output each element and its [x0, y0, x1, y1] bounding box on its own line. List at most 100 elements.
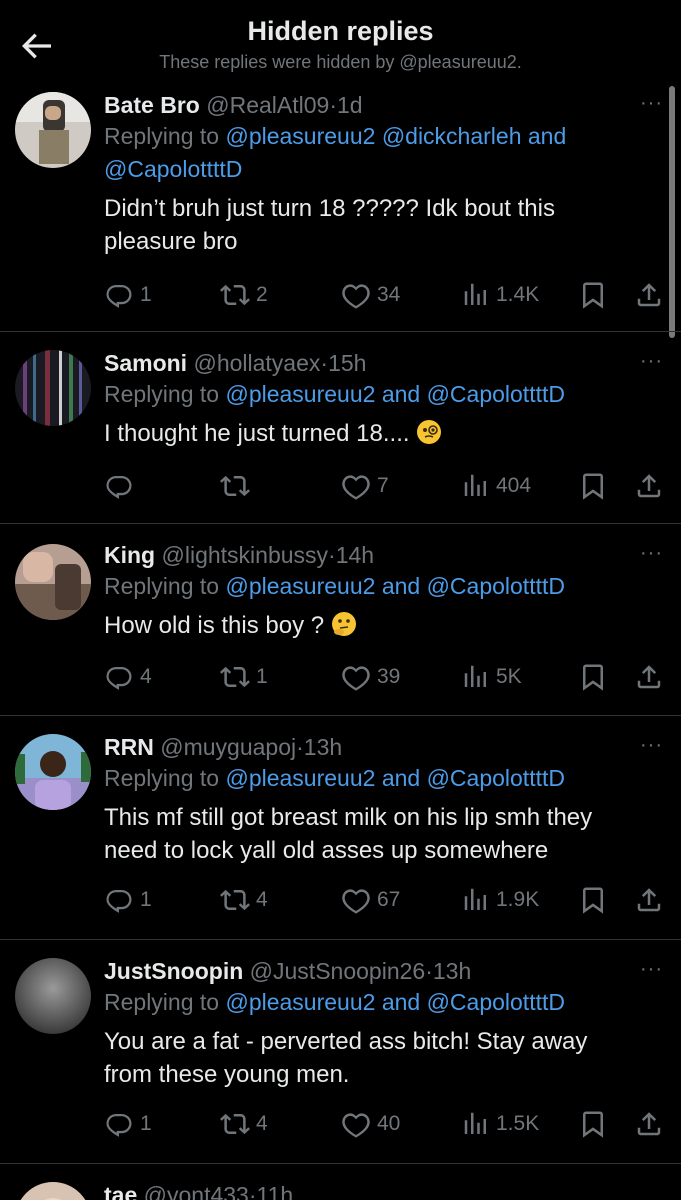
- reply-item[interactable]: RRN @muyguapoj·13h Replying to @pleasure…: [0, 716, 681, 940]
- share-button[interactable]: [634, 278, 664, 312]
- reply-icon: [104, 662, 134, 692]
- reply-button[interactable]: 4: [104, 660, 152, 694]
- repost-button[interactable]: [220, 469, 256, 503]
- mention-link[interactable]: @CapolottttD: [104, 156, 242, 182]
- share-button[interactable]: [634, 469, 664, 503]
- avatar[interactable]: [15, 92, 91, 168]
- more-options-icon[interactable]: ···: [640, 958, 663, 981]
- avatar[interactable]: [15, 1182, 91, 1200]
- reply-meta: JustSnoopin @JustSnoopin26·13h: [104, 956, 661, 986]
- heart-icon: [341, 1109, 371, 1139]
- repost-count: 4: [256, 888, 268, 911]
- bookmark-button[interactable]: [578, 1107, 608, 1141]
- replying-prefix: Replying to: [104, 989, 220, 1015]
- mention-link[interactable]: @CapolottttD: [427, 989, 565, 1015]
- more-options-icon[interactable]: ···: [640, 350, 663, 373]
- mention-join: and: [381, 381, 421, 407]
- reply-button[interactable]: 1: [104, 883, 152, 917]
- mention-link[interactable]: @pleasureuu2: [225, 765, 375, 791]
- user-handle[interactable]: @muyguapoj: [160, 734, 296, 760]
- mention-link[interactable]: @CapolottttD: [427, 381, 565, 407]
- timestamp[interactable]: 13h: [304, 734, 342, 760]
- avatar[interactable]: [15, 734, 91, 810]
- like-button[interactable]: 67: [341, 883, 400, 917]
- more-options-icon[interactable]: ···: [640, 542, 663, 565]
- repost-button[interactable]: 4: [220, 1107, 268, 1141]
- views-icon: [460, 280, 490, 310]
- timestamp[interactable]: 11h: [257, 1182, 294, 1200]
- timestamp[interactable]: 15h: [328, 350, 366, 376]
- avatar[interactable]: [15, 544, 91, 620]
- views-button[interactable]: 1.9K: [460, 883, 539, 917]
- bookmark-button[interactable]: [578, 278, 608, 312]
- like-count: 7: [377, 474, 389, 497]
- user-handle[interactable]: @JustSnoopin26: [250, 958, 426, 984]
- display-name[interactable]: tae: [104, 1182, 137, 1200]
- like-button[interactable]: 34: [341, 278, 400, 312]
- share-icon: [634, 885, 664, 915]
- bookmark-button[interactable]: [578, 660, 608, 694]
- display-name[interactable]: JustSnoopin: [104, 958, 243, 984]
- avatar[interactable]: [15, 350, 91, 426]
- display-name[interactable]: Samoni: [104, 350, 187, 376]
- share-button[interactable]: [634, 883, 664, 917]
- reply-count: 4: [140, 665, 152, 688]
- share-button[interactable]: [634, 1107, 664, 1141]
- like-button[interactable]: 40: [341, 1107, 400, 1141]
- reply-icon: [104, 471, 134, 501]
- share-button[interactable]: [634, 660, 664, 694]
- reply-item[interactable]: King @lightskinbussy·14h Replying to @pl…: [0, 524, 681, 716]
- like-button[interactable]: 7: [341, 469, 389, 503]
- repost-button[interactable]: 2: [220, 278, 268, 312]
- reply-button[interactable]: [104, 469, 140, 503]
- mention-link[interactable]: @pleasureuu2: [225, 123, 375, 149]
- mention-link[interactable]: @dickcharleh: [382, 123, 522, 149]
- user-handle[interactable]: @lightskinbussy: [162, 542, 329, 568]
- avatar[interactable]: [15, 958, 91, 1034]
- repost-count: 1: [256, 665, 268, 688]
- reply-item[interactable]: Samoni @hollatyaex·15h Replying to @plea…: [0, 332, 681, 524]
- meta-separator: ·: [320, 350, 329, 376]
- timestamp[interactable]: 14h: [336, 542, 374, 568]
- views-button[interactable]: 1.5K: [460, 1107, 539, 1141]
- reply-item[interactable]: JustSnoopin @JustSnoopin26·13h Replying …: [0, 940, 681, 1164]
- reply-item[interactable]: tae @yont433·11h: [0, 1164, 681, 1200]
- reply-icon: [104, 280, 134, 310]
- replying-prefix: Replying to: [104, 765, 220, 791]
- bookmark-button[interactable]: [578, 883, 608, 917]
- timestamp[interactable]: 13h: [433, 958, 471, 984]
- views-icon: [460, 471, 490, 501]
- views-button[interactable]: 404: [460, 469, 531, 503]
- like-button[interactable]: 39: [341, 660, 400, 694]
- reply-button[interactable]: 1: [104, 1107, 152, 1141]
- reply-text: You are a fat - perverted ass bitch! Sta…: [104, 1028, 588, 1088]
- views-button[interactable]: 5K: [460, 660, 522, 694]
- reply-text: How old is this boy ?: [104, 609, 661, 642]
- mention-link[interactable]: @pleasureuu2: [225, 989, 375, 1015]
- mention-join: and: [381, 989, 421, 1015]
- replying-to: Replying to @pleasureuu2 @dickcharleh an…: [104, 120, 661, 186]
- user-handle[interactable]: @RealAtl09: [206, 92, 329, 118]
- views-icon: [460, 1109, 490, 1139]
- mention-link[interactable]: @CapolottttD: [427, 765, 565, 791]
- bookmark-icon: [578, 1109, 608, 1139]
- views-button[interactable]: 1.4K: [460, 278, 539, 312]
- user-handle[interactable]: @yont433: [144, 1182, 249, 1200]
- mention-link[interactable]: @pleasureuu2: [225, 573, 375, 599]
- bookmark-button[interactable]: [578, 469, 608, 503]
- mention-link[interactable]: @pleasureuu2: [225, 381, 375, 407]
- display-name[interactable]: Bate Bro: [104, 92, 200, 118]
- repost-icon: [220, 471, 250, 501]
- display-name[interactable]: King: [104, 542, 155, 568]
- more-options-icon[interactable]: ···: [640, 92, 663, 115]
- reply-button[interactable]: 1: [104, 278, 152, 312]
- timestamp[interactable]: 1d: [337, 92, 363, 118]
- reply-item[interactable]: Bate Bro @RealAtl09·1d Replying to @plea…: [0, 86, 681, 332]
- reply-count: 1: [140, 283, 152, 306]
- user-handle[interactable]: @hollatyaex: [193, 350, 320, 376]
- mention-link[interactable]: @CapolottttD: [427, 573, 565, 599]
- more-options-icon[interactable]: ···: [640, 734, 663, 757]
- repost-button[interactable]: 1: [220, 660, 268, 694]
- repost-button[interactable]: 4: [220, 883, 268, 917]
- display-name[interactable]: RRN: [104, 734, 154, 760]
